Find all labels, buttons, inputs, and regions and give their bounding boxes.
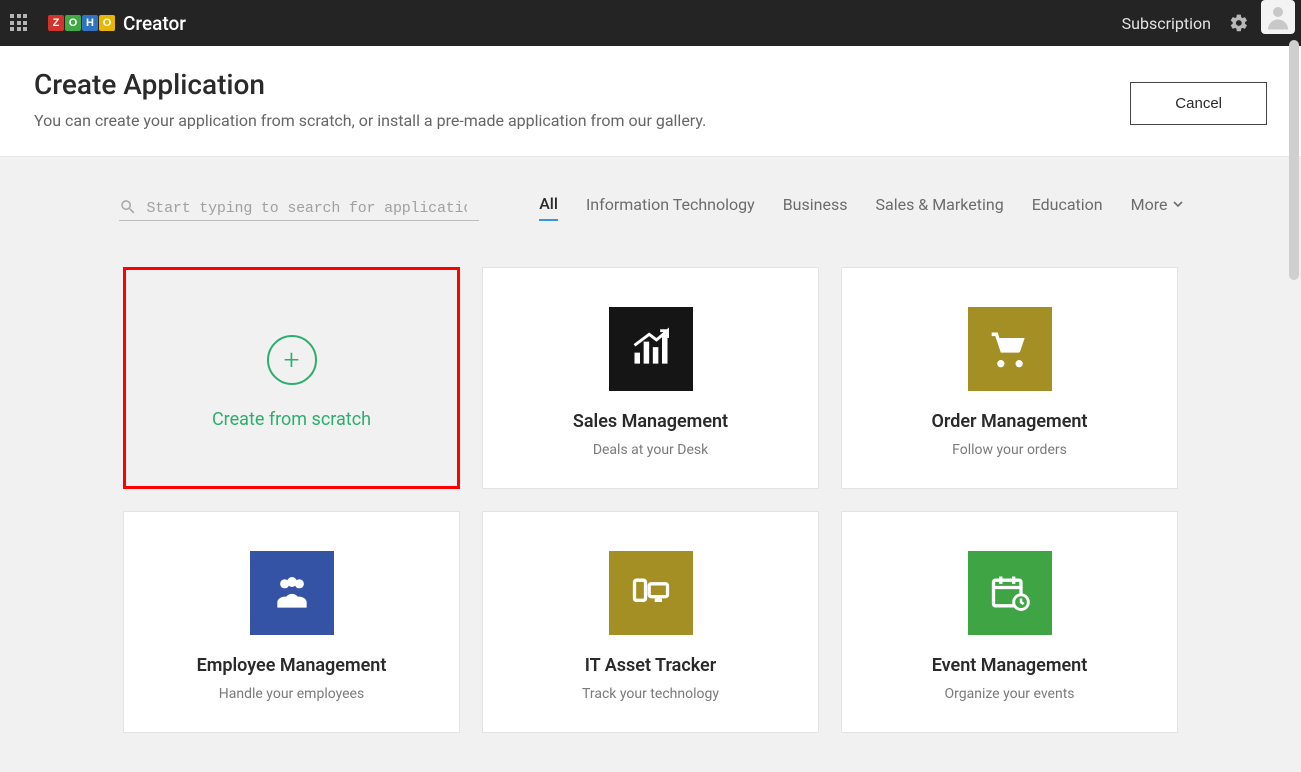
app-subtitle: Track your technology	[582, 686, 719, 702]
chart-arrow-icon	[609, 307, 693, 391]
app-title: Order Management	[932, 411, 1088, 432]
app-card-sales-management[interactable]: Sales Management Deals at your Desk	[482, 267, 819, 489]
calendar-clock-icon	[968, 551, 1052, 635]
tab-information-technology[interactable]: Information Technology	[586, 195, 755, 220]
app-card-it-asset-tracker[interactable]: IT Asset Tracker Track your technology	[482, 511, 819, 733]
app-title: Sales Management	[573, 411, 728, 432]
search-icon	[119, 198, 137, 216]
tab-all[interactable]: All	[539, 194, 558, 221]
cancel-button[interactable]: Cancel	[1130, 82, 1267, 125]
tab-education[interactable]: Education	[1032, 195, 1103, 220]
page-header: Create Application You can create your a…	[0, 46, 1301, 157]
subscription-link[interactable]: Subscription	[1122, 14, 1211, 33]
computer-icon	[609, 551, 693, 635]
workspace: All Information Technology Business Sale…	[0, 157, 1301, 772]
brand-logo[interactable]: ZOHO Creator	[48, 12, 186, 35]
gear-icon[interactable]	[1229, 13, 1249, 33]
filter-row: All Information Technology Business Sale…	[111, 193, 1191, 221]
tab-business[interactable]: Business	[783, 195, 848, 220]
plus-icon: +	[267, 335, 317, 385]
app-card-employee-management[interactable]: Employee Management Handle your employee…	[123, 511, 460, 733]
app-title: Employee Management	[197, 655, 387, 676]
app-card-order-management[interactable]: Order Management Follow your orders	[841, 267, 1178, 489]
app-card-event-management[interactable]: Event Management Organize your events	[841, 511, 1178, 733]
tab-more[interactable]: More	[1131, 195, 1183, 220]
app-subtitle: Handle your employees	[219, 686, 364, 702]
people-icon	[250, 551, 334, 635]
card-grid: + Create from scratch Sales Management D…	[121, 267, 1181, 733]
create-from-scratch-label: Create from scratch	[212, 409, 371, 430]
more-label: More	[1131, 195, 1168, 214]
avatar[interactable]	[1261, 0, 1295, 34]
app-subtitle: Deals at your Desk	[593, 442, 708, 458]
app-title: IT Asset Tracker	[585, 655, 716, 676]
app-subtitle: Organize your events	[944, 686, 1074, 702]
top-bar: ZOHO Creator Subscription	[0, 0, 1301, 46]
search-input[interactable]	[147, 197, 467, 216]
chevron-down-icon	[1173, 199, 1183, 209]
apps-menu-icon[interactable]	[10, 14, 28, 32]
search-wrap	[119, 193, 479, 221]
page-title: Create Application	[34, 68, 706, 101]
app-subtitle: Follow your orders	[952, 442, 1067, 458]
create-from-scratch-card[interactable]: + Create from scratch	[123, 267, 460, 489]
product-name: Creator	[123, 12, 186, 35]
scrollbar[interactable]	[1289, 40, 1299, 280]
cart-icon	[968, 307, 1052, 391]
tab-sales-marketing[interactable]: Sales & Marketing	[875, 195, 1003, 220]
category-tabs: All Information Technology Business Sale…	[539, 194, 1182, 221]
app-title: Event Management	[932, 655, 1088, 676]
page-subtitle: You can create your application from scr…	[34, 111, 706, 130]
